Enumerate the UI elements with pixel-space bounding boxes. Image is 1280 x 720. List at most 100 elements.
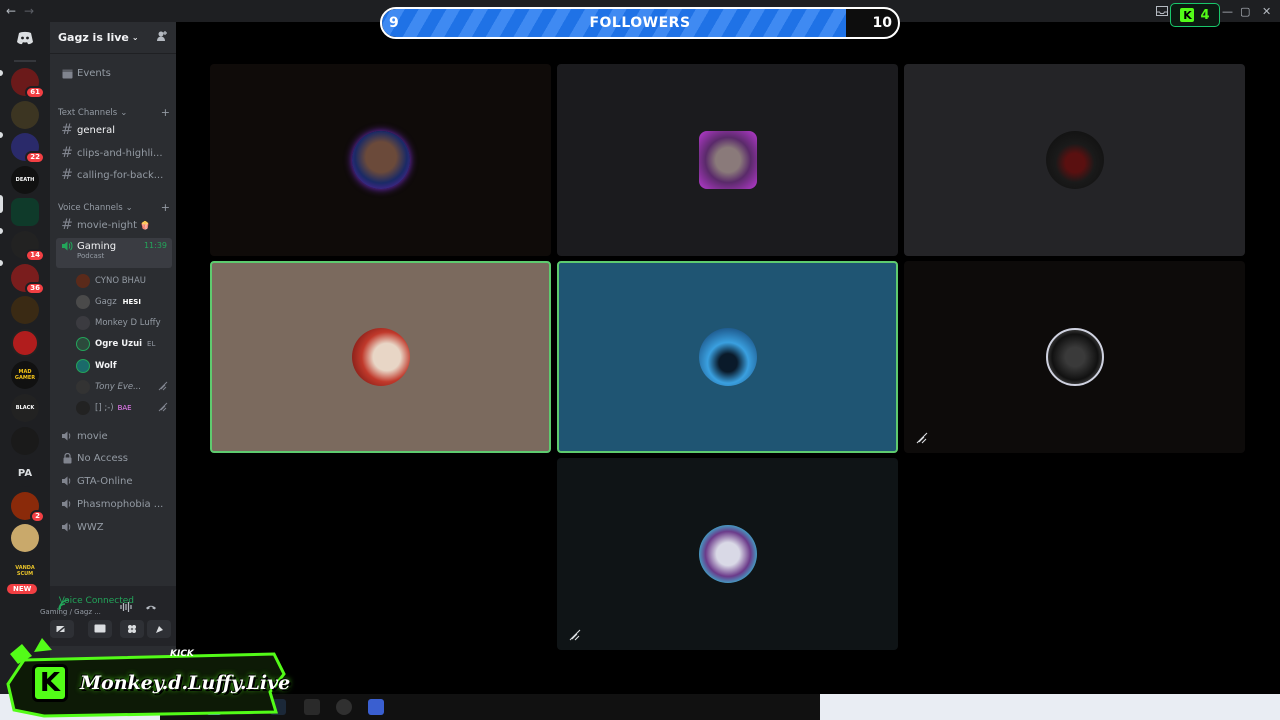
member-name: Wolf [95, 361, 117, 371]
text-channels-category[interactable]: Text Channels ⌄ + [58, 106, 170, 119]
speaker-icon [59, 522, 75, 532]
disconnect-icon[interactable] [145, 597, 157, 616]
events-item[interactable]: Events [56, 63, 172, 83]
channel-movie[interactable]: movie [56, 426, 172, 446]
channel-general[interactable]: # general [56, 120, 172, 140]
close-icon[interactable]: ✕ [1262, 0, 1271, 22]
server-icon-selected[interactable] [11, 198, 39, 227]
mention-badge: 2 [30, 509, 45, 523]
server-icon[interactable]: 14 [11, 230, 45, 262]
channel-gaming-active[interactable]: Gaming Podcast 11:39 [56, 238, 172, 268]
member-tag: HESI [122, 298, 141, 306]
voice-member-speaking[interactable]: Ogre Uzui EL [76, 334, 168, 354]
server-icon[interactable]: 22 [11, 133, 45, 165]
server-header[interactable]: Gagz is live ⌄ [50, 22, 176, 54]
followers-goal-bar: 9 FOLLOWERS 10 [380, 7, 900, 39]
participant-avatar [1046, 131, 1104, 189]
participant-avatar [1046, 328, 1104, 386]
server-icon[interactable] [11, 524, 39, 553]
voice-member[interactable]: [] ;-) BAE [76, 398, 168, 418]
maximize-icon[interactable]: ▢ [1240, 0, 1250, 22]
server-icon[interactable] [11, 296, 39, 325]
mention-badge: 36 [25, 281, 45, 295]
server-icon[interactable]: VANDA SCUM [11, 556, 39, 585]
participant-tile[interactable] [557, 64, 898, 256]
stream-overlay-logo: K KICK Monkey.d.Luffy.Live [4, 634, 290, 720]
voice-member[interactable]: Tony Eve... [76, 377, 168, 397]
server-icon[interactable] [11, 426, 39, 455]
voice-channels-category[interactable]: Voice Channels ⌄ + [58, 201, 170, 214]
server-rail: 61 22 DEATH 14 36 MAD GAMER BLACK PA 2 V… [0, 22, 50, 694]
server-icon[interactable]: 61 [11, 68, 45, 99]
channel-label: general [77, 124, 116, 136]
participant-tile[interactable] [210, 64, 551, 256]
participant-tile[interactable] [904, 261, 1245, 453]
channel-phasmophobia[interactable]: Phasmophobia ... [56, 494, 172, 514]
kick-viewer-count: 4 [1200, 7, 1210, 23]
server-icon[interactable]: MAD GAMER [11, 361, 39, 390]
avatar [76, 316, 90, 330]
avatar [76, 274, 90, 288]
server-icon[interactable]: DEATH [11, 165, 39, 194]
new-badge: NEW [7, 584, 38, 594]
participant-tile[interactable] [904, 64, 1245, 256]
taskbar-app-icon[interactable] [368, 699, 384, 715]
server-icon[interactable]: BLACK [11, 393, 39, 422]
hash-icon: # [61, 122, 73, 138]
taskbar-app-icon[interactable] [304, 699, 320, 715]
hash-icon: # [61, 167, 73, 183]
participant-avatar [352, 328, 410, 386]
voice-member[interactable]: CYNO BHAU [76, 271, 168, 291]
participant-avatar [352, 131, 410, 189]
voice-member-speaking[interactable]: Wolf [76, 356, 168, 376]
member-name: Monkey D Luffy [95, 318, 161, 328]
server-icon[interactable] [11, 328, 39, 357]
channel-no-access[interactable]: No Access [56, 448, 172, 468]
server-icon[interactable]: 36 [11, 263, 45, 295]
server-icon[interactable] [11, 100, 39, 129]
hash-icon: # [61, 145, 73, 161]
server-initials: PA [17, 467, 33, 479]
chevron-down-icon: ⌄ [120, 107, 128, 118]
discord-home-icon[interactable] [11, 24, 39, 52]
overlay-channel-name: Monkey.d.Luffy.Live [80, 672, 291, 694]
member-name: CYNO BHAU [95, 276, 146, 286]
add-channel-icon[interactable]: + [161, 106, 170, 119]
channel-movie-night[interactable]: # movie-night 🍿 [56, 215, 172, 235]
channel-wwz[interactable]: WWZ [56, 517, 172, 537]
noise-suppression-icon[interactable] [120, 597, 132, 616]
unread-pill [0, 260, 3, 266]
participant-tile-speaking[interactable] [557, 261, 898, 453]
participant-tile[interactable] [557, 458, 898, 650]
channel-clips[interactable]: # clips-and-highli... [56, 143, 172, 163]
participant-avatar [699, 525, 757, 583]
followers-label: FOLLOWERS [589, 15, 691, 31]
participant-tile-speaking[interactable] [210, 261, 551, 453]
kick-logo-icon: K [1180, 8, 1195, 22]
voice-location: Gaming / Gagz ... [40, 608, 101, 616]
forward-arrow-icon[interactable]: → [22, 4, 36, 18]
add-channel-icon[interactable]: + [161, 201, 170, 214]
channel-label: clips-and-highli... [77, 147, 163, 159]
mention-badge: 14 [25, 248, 45, 262]
speaker-icon [59, 431, 75, 441]
voice-location-channel: Gaming [40, 608, 68, 616]
channel-calling[interactable]: # calling-for-back... [56, 165, 172, 185]
channel-gta-online[interactable]: GTA-Online [56, 471, 172, 491]
member-name: Tony Eve... [95, 382, 142, 392]
category-label: Text Channels [58, 107, 118, 118]
back-arrow-icon[interactable]: ← [4, 4, 18, 18]
inbox-icon[interactable] [1156, 0, 1168, 22]
minimize-icon[interactable]: — [1222, 0, 1233, 22]
channel-label: calling-for-back... [77, 169, 164, 181]
member-tag: EL [147, 340, 156, 348]
server-icon[interactable]: 2 [11, 491, 45, 523]
followers-goal: 10 [872, 15, 892, 31]
mention-badge: 61 [25, 86, 45, 99]
voice-member[interactable]: Gagz HESI [76, 292, 168, 312]
add-member-icon[interactable] [156, 30, 168, 45]
avatar [76, 401, 90, 415]
voice-member[interactable]: Monkey D Luffy [76, 313, 168, 333]
server-icon[interactable]: PA [11, 459, 39, 488]
taskbar-app-icon[interactable] [336, 699, 352, 715]
